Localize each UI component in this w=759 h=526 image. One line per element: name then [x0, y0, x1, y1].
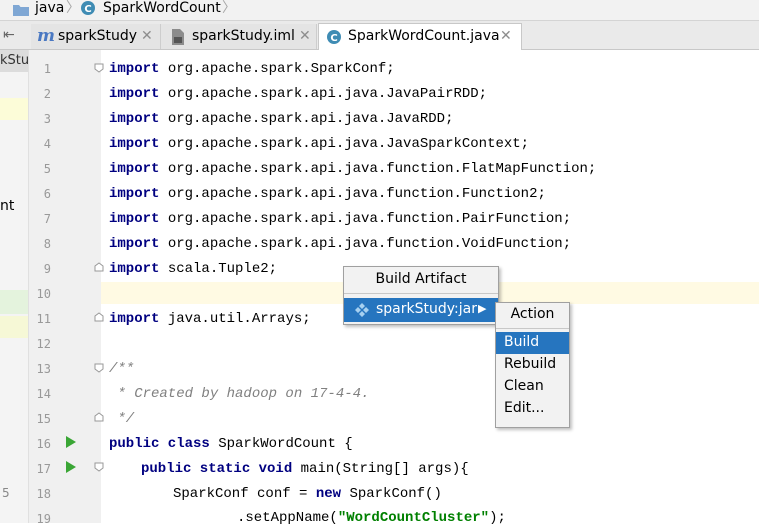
panel-header-label: kStu	[0, 53, 30, 68]
breadcrumb-separator: 〉	[222, 0, 236, 16]
fold-marker-icon[interactable]	[94, 312, 104, 322]
line-numbers: 1 2 3 4 5 6 7 8 9 10 11 12 13 14 15 16 1…	[29, 50, 59, 526]
tab-sparkstudy[interactable]: m sparkStudy ✕	[31, 24, 161, 49]
fold-marker-icon[interactable]	[94, 262, 104, 272]
fold-marker-icon[interactable]	[94, 63, 104, 73]
line-number: 16	[36, 437, 51, 451]
build-artifact-menu: Build Artifact sparkStudy:jar ▶	[343, 266, 499, 325]
close-icon[interactable]: ✕	[141, 28, 153, 44]
fold-marker-icon[interactable]	[94, 363, 104, 373]
code-line-7: import org.apache.spark.api.java.functio…	[109, 211, 572, 227]
code-line-8: import org.apache.spark.api.java.functio…	[109, 236, 572, 252]
fold-marker-icon[interactable]	[94, 462, 104, 472]
code-line-14: * Created by hadoop on 17-4-4.	[109, 386, 370, 402]
breadcrumb: java 〉 C SparkWordCount 〉	[0, 0, 759, 21]
line-number: 19	[36, 512, 51, 526]
menu-item-edit[interactable]: Edit...	[496, 398, 569, 420]
java-class-icon: C	[326, 29, 342, 45]
project-panel-edge: kStu nt 5	[0, 50, 29, 523]
fold-marker-icon[interactable]	[94, 412, 104, 422]
editor-tab-bar: ⇤ m sparkStudy ✕ sparkStudy.iml ✕ C Spar…	[0, 21, 759, 50]
code-line-18: SparkConf conf = new SparkConf()	[173, 486, 442, 502]
breadcrumb-separator: 〉	[66, 0, 80, 16]
menu-item-rebuild[interactable]: Rebuild	[496, 354, 569, 376]
code-line-4: import org.apache.spark.api.java.JavaSpa…	[109, 136, 530, 152]
line-number: 3	[43, 112, 51, 126]
svg-text:C: C	[84, 4, 91, 15]
java-class-icon: C	[80, 0, 96, 16]
svg-text:C: C	[330, 33, 337, 44]
panel-row-highlight	[0, 290, 28, 314]
line-number: 8	[43, 237, 51, 251]
panel-row-highlight	[0, 98, 28, 120]
action-menu: Action Build Rebuild Clean Edit...	[495, 302, 570, 428]
breadcrumb-item-java[interactable]: java	[35, 0, 64, 16]
build-artifact-title: Build Artifact	[375, 271, 467, 287]
code-line-13: /**	[109, 361, 135, 377]
code-line-1: import org.apache.spark.SparkConf;	[109, 61, 395, 77]
code-line-17: public static void main(String[] args){	[141, 461, 469, 477]
breadcrumb-item-class[interactable]: SparkWordCount	[103, 0, 221, 16]
code-line-15: */	[109, 411, 135, 427]
line-number: 1	[43, 62, 51, 76]
close-icon[interactable]: ✕	[299, 28, 311, 44]
code-line-6: import org.apache.spark.api.java.functio…	[109, 186, 546, 202]
line-number: 7	[43, 212, 51, 226]
line-number: 10	[36, 287, 51, 301]
submenu-arrow-icon: ▶	[478, 302, 487, 315]
line-number: 18	[36, 487, 51, 501]
line-number: 14	[36, 387, 51, 401]
line-number: 17	[36, 462, 51, 476]
code-line-3: import org.apache.spark.api.java.JavaRDD…	[109, 111, 454, 127]
tab-label: SparkWordCount.java	[348, 28, 500, 44]
tab-label: sparkStudy	[58, 28, 138, 44]
code-line-16: public class SparkWordCount {	[109, 436, 353, 452]
iml-file-icon	[171, 29, 185, 45]
action-title: Action	[510, 306, 555, 322]
run-icon[interactable]	[65, 435, 77, 449]
panel-item-label: nt	[0, 198, 15, 214]
line-number: 2	[43, 87, 51, 101]
code-line-9: import scala.Tuple2;	[109, 261, 278, 277]
menu-divider	[344, 293, 498, 294]
line-number: 15	[36, 412, 51, 426]
collapse-panel-icon[interactable]: ⇤	[3, 27, 15, 43]
line-number: 12	[36, 337, 51, 351]
artifact-icon	[354, 302, 370, 318]
line-number: 13	[36, 362, 51, 376]
folder-icon	[13, 1, 29, 16]
tab-label: sparkStudy.iml	[192, 28, 295, 44]
code-line-19: .setAppName("WordCountCluster");	[237, 510, 506, 526]
menu-item-sparkstudy-jar[interactable]: sparkStudy:jar ▶	[344, 298, 498, 322]
menu-divider	[496, 328, 569, 329]
line-number: 4	[43, 137, 51, 151]
line-number: 11	[36, 312, 51, 326]
panel-line-number: 5	[2, 486, 10, 500]
menu-item-clean[interactable]: Clean	[496, 376, 569, 398]
line-number: 9	[43, 262, 51, 276]
code-line-5: import org.apache.spark.api.java.functio…	[109, 161, 597, 177]
line-number: 5	[43, 162, 51, 176]
code-line-11: import java.util.Arrays;	[109, 311, 311, 327]
tab-sparkstudy-iml[interactable]: sparkStudy.iml ✕	[161, 24, 317, 49]
line-number: 6	[43, 187, 51, 201]
tab-sparkwordcount-java[interactable]: C SparkWordCount.java ✕	[318, 23, 522, 50]
menu-item-build[interactable]: Build	[496, 332, 569, 354]
maven-icon: m	[37, 26, 55, 46]
panel-row-highlight	[0, 316, 28, 338]
code-line-2: import org.apache.spark.api.java.JavaPai…	[109, 86, 488, 102]
run-icon[interactable]	[65, 460, 77, 474]
close-icon[interactable]: ✕	[500, 28, 512, 44]
menu-item-label: sparkStudy:jar	[376, 301, 477, 317]
